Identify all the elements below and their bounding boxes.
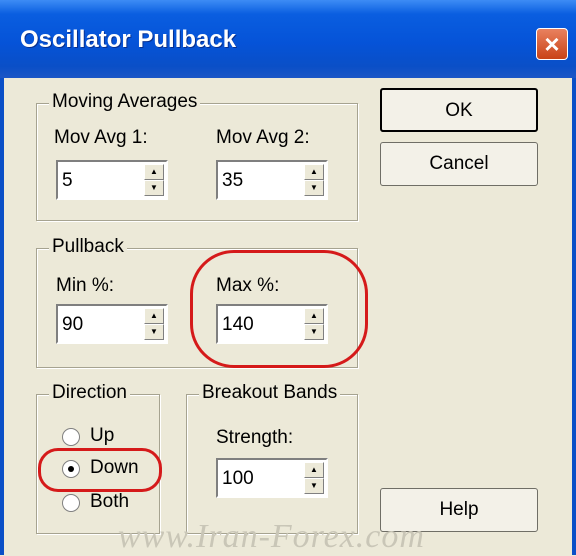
window-title: Oscillator Pullback [20,26,237,53]
direction-up-label[interactable]: Up [90,425,114,447]
max-percent-highlight [190,250,368,368]
cancel-button[interactable]: Cancel [380,142,538,186]
pullback-legend: Pullback [49,236,127,258]
mov-avg-1-value[interactable]: 5 [62,170,73,192]
window-frame-right [572,78,576,555]
mov-avg-2-spinner[interactable]: 35 ▲ ▼ [216,160,328,200]
mov-avg-1-down-arrow-icon[interactable]: ▼ [144,180,164,196]
title-bar: Oscillator Pullback × [0,0,576,78]
mov-avg-1-up-arrow-icon[interactable]: ▲ [144,164,164,180]
mov-avg-2-down-arrow-icon[interactable]: ▼ [304,180,324,196]
mov-avg-2-value[interactable]: 35 [222,170,243,192]
direction-down-highlight [38,448,162,492]
min-percent-down-arrow-icon[interactable]: ▼ [144,324,164,340]
strength-label: Strength: [216,427,294,448]
mov-avg-1-spinner[interactable]: 5 ▲ ▼ [56,160,168,200]
strength-spinner[interactable]: 100 ▲ ▼ [216,458,328,498]
breakout-bands-legend: Breakout Bands [199,382,341,404]
min-percent-spinner[interactable]: 90 ▲ ▼ [56,304,168,344]
close-button[interactable]: × [536,28,568,60]
direction-both-label[interactable]: Both [90,491,129,513]
mov-avg-2-label: Mov Avg 2: [216,127,310,148]
ok-button[interactable]: OK [380,88,538,132]
strength-down-arrow-icon[interactable]: ▼ [304,478,324,494]
min-percent-value[interactable]: 90 [62,314,83,336]
strength-up-arrow-icon[interactable]: ▲ [304,462,324,478]
close-icon: × [544,29,560,59]
mov-avg-1-label: Mov Avg 1: [54,127,148,148]
strength-value[interactable]: 100 [222,468,254,490]
watermark: www.Iran-Forex.com [118,518,425,555]
direction-legend: Direction [49,382,130,404]
moving-averages-legend: Moving Averages [49,91,201,113]
mov-avg-2-up-arrow-icon[interactable]: ▲ [304,164,324,180]
window-frame-left [0,78,4,555]
min-percent-up-arrow-icon[interactable]: ▲ [144,308,164,324]
direction-up-radio[interactable] [62,428,80,446]
direction-both-radio[interactable] [62,494,80,512]
min-percent-label: Min %: [56,275,115,296]
